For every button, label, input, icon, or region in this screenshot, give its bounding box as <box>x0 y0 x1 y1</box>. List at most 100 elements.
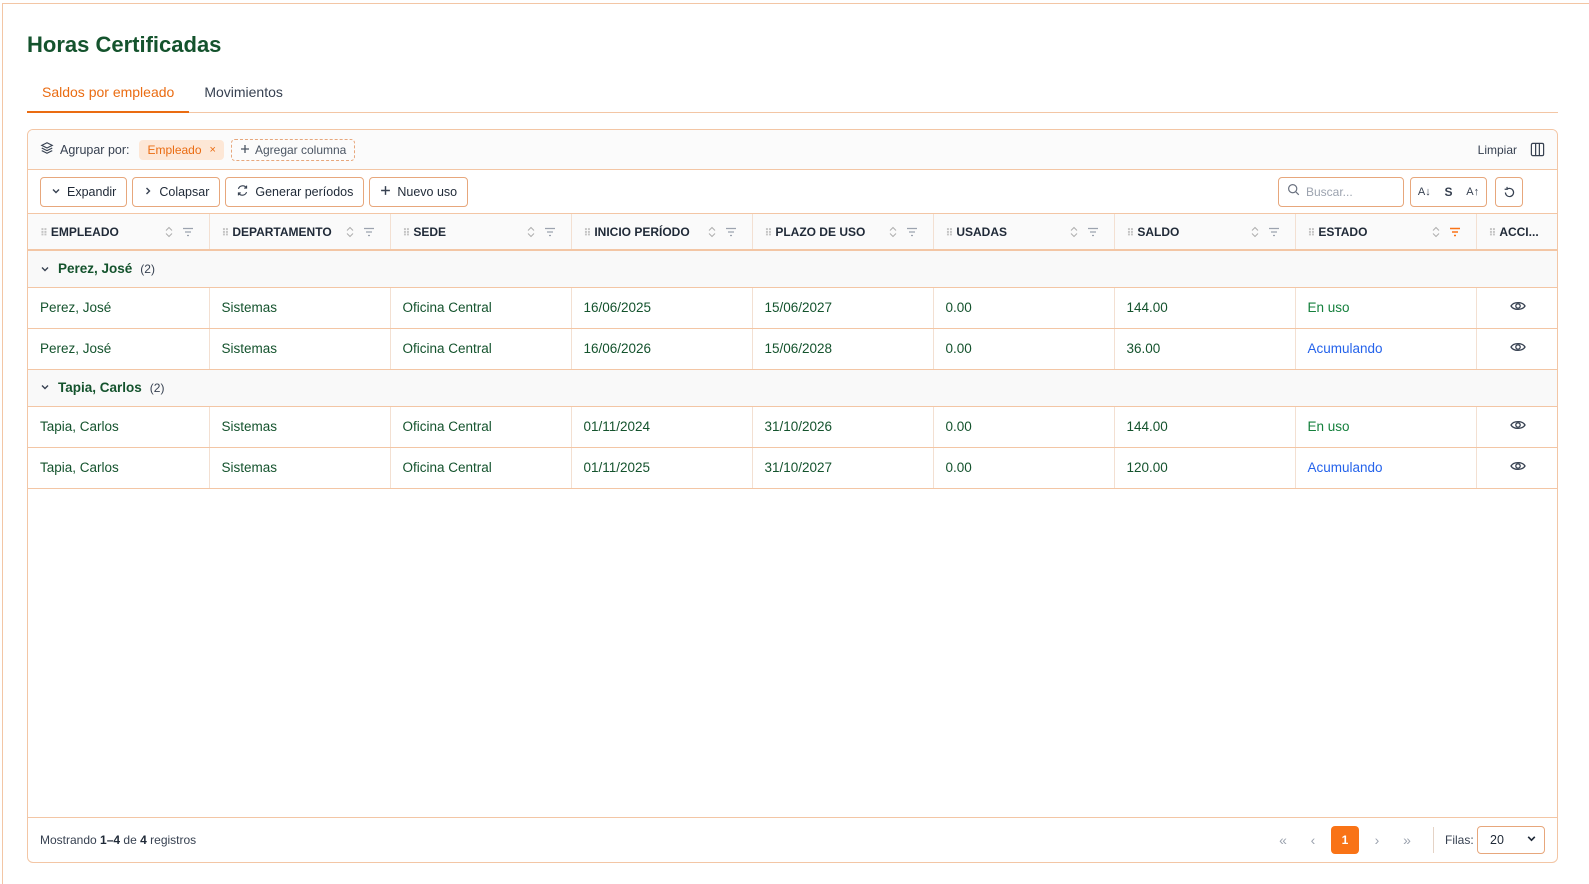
table-row[interactable]: Perez, José Sistemas Oficina Central 16/… <box>28 328 1557 370</box>
chevron-down-icon[interactable] <box>40 380 50 395</box>
generate-periods-button[interactable]: Generar períodos <box>225 176 365 207</box>
new-use-button[interactable]: Nuevo uso <box>369 176 469 207</box>
filter-icon[interactable] <box>1268 226 1280 240</box>
data-table: ⠿ EMPLEADO ⠿ DEPARTAMENTO ⠿ SEDE ⠿ INICIO PE… <box>28 214 1557 489</box>
column-header[interactable]: ⠿ PLAZO DE USO <box>752 214 934 251</box>
table-row[interactable]: Tapia, Carlos Sistemas Oficina Central 0… <box>28 447 1557 489</box>
column-header-label: PLAZO DE USO <box>775 224 866 239</box>
view-icon[interactable] <box>1476 447 1557 489</box>
status-badge: En uso <box>1295 406 1477 448</box>
font-increase-button[interactable]: A↑ <box>1466 186 1479 198</box>
drag-handle-icon[interactable]: ⠿ <box>765 228 773 239</box>
sort-icon[interactable] <box>708 226 716 241</box>
sort-icon[interactable] <box>1070 226 1078 241</box>
filter-icon[interactable] <box>182 226 194 240</box>
view-icon[interactable] <box>1476 328 1557 370</box>
current-page-button[interactable]: 1 <box>1331 826 1359 854</box>
chip-remove-icon[interactable]: × <box>210 144 216 156</box>
drag-handle-icon[interactable]: ⠿ <box>584 228 592 239</box>
divider <box>1433 827 1434 853</box>
drag-handle-icon[interactable]: ⠿ <box>222 228 230 239</box>
chevron-down-icon[interactable] <box>40 262 50 277</box>
cell-sede: Oficina Central <box>390 447 572 489</box>
first-page-icon[interactable]: « <box>1268 825 1298 855</box>
add-column-button[interactable]: Agregar columna <box>230 138 356 161</box>
sort-icon[interactable] <box>889 226 897 241</box>
cell-saldo: 120.00 <box>1114 447 1296 489</box>
column-header[interactable]: ⠿ USADAS <box>933 214 1115 251</box>
column-header-label: ESTADO <box>1318 224 1368 239</box>
cell-sede: Oficina Central <box>390 406 572 448</box>
cell-usadas: 0.00 <box>933 406 1115 448</box>
filter-icon[interactable] <box>725 226 737 240</box>
cell-inicio-periodo: 01/11/2025 <box>571 447 753 489</box>
sort-icon[interactable] <box>165 226 173 241</box>
columns-icon[interactable] <box>1530 142 1545 160</box>
sort-icon[interactable] <box>527 226 535 241</box>
column-header[interactable]: ⠿ SALDO <box>1114 214 1296 251</box>
sort-icon[interactable] <box>1251 226 1259 241</box>
column-header[interactable]: ⠿ ESTADO <box>1295 214 1477 251</box>
column-header[interactable]: ⠿ SEDE <box>390 214 572 251</box>
group-row[interactable]: Tapia, Carlos (2) <box>28 369 1557 407</box>
table-footer: Mostrando 1–4 de 4 registros « ‹ 1 › » F… <box>28 817 1557 862</box>
table-toolbar: Expandir Colapsar Generar períodos Nuevo… <box>28 170 1557 214</box>
group-chip-empleado[interactable]: Empleado × <box>139 139 224 160</box>
drag-handle-icon[interactable]: ⠿ <box>1489 228 1497 239</box>
search-icon <box>1287 183 1300 201</box>
drag-handle-icon[interactable]: ⠿ <box>1308 228 1316 239</box>
drag-handle-icon[interactable]: ⠿ <box>403 228 411 239</box>
cell-departamento: Sistemas <box>209 287 391 329</box>
font-decrease-button[interactable]: A↓ <box>1418 186 1431 198</box>
group-name: Tapia, Carlos <box>58 379 142 395</box>
column-header[interactable]: ⠿ DEPARTAMENTO <box>209 214 391 251</box>
filter-icon[interactable] <box>1087 226 1099 240</box>
cell-departamento: Sistemas <box>209 447 391 489</box>
cell-usadas: 0.00 <box>933 328 1115 370</box>
sort-icon[interactable] <box>346 226 354 241</box>
reset-icon[interactable] <box>1495 177 1523 207</box>
column-header[interactable]: ⠿ INICIO PERÍODO <box>571 214 753 251</box>
next-page-icon[interactable]: › <box>1362 825 1392 855</box>
last-page-icon[interactable]: » <box>1392 825 1422 855</box>
column-header-label: USADAS <box>956 224 1007 239</box>
column-header-label: INICIO PERÍODO <box>594 224 690 239</box>
collapse-button[interactable]: Colapsar <box>132 176 221 207</box>
table-row[interactable]: Perez, José Sistemas Oficina Central 16/… <box>28 287 1557 329</box>
filter-icon[interactable] <box>544 226 556 240</box>
search-input[interactable] <box>1306 185 1396 199</box>
cell-empleado: Tapia, Carlos <box>28 447 210 489</box>
group-row[interactable]: Perez, José (2) <box>28 250 1557 288</box>
record-summary: Mostrando 1–4 de 4 registros <box>40 833 196 847</box>
column-header[interactable]: ⠿ ACCI... <box>1476 214 1557 251</box>
layers-icon <box>40 141 54 158</box>
filter-active-icon[interactable] <box>1449 226 1461 240</box>
cell-empleado: Perez, José <box>28 328 210 370</box>
drag-handle-icon[interactable]: ⠿ <box>1127 228 1135 239</box>
font-size-indicator[interactable]: S <box>1444 185 1452 199</box>
filter-icon[interactable] <box>906 226 918 240</box>
cell-empleado: Tapia, Carlos <box>28 406 210 448</box>
view-icon[interactable] <box>1476 406 1557 448</box>
tab-saldos-por-empleado[interactable]: Saldos por empleado <box>27 78 190 113</box>
sort-icon[interactable] <box>1432 226 1440 241</box>
rows-per-page-value: 20 <box>1490 833 1504 847</box>
plus-icon <box>380 185 391 199</box>
prev-page-icon[interactable]: ‹ <box>1298 825 1328 855</box>
cell-inicio-periodo: 16/06/2026 <box>571 328 753 370</box>
drag-handle-icon[interactable]: ⠿ <box>40 228 48 239</box>
pagination: « ‹ 1 › » <box>1268 825 1422 855</box>
drag-handle-icon[interactable]: ⠿ <box>946 228 954 239</box>
filter-icon[interactable] <box>363 226 375 240</box>
clear-grouping-button[interactable]: Limpiar <box>1478 143 1517 157</box>
tab-movimientos[interactable]: Movimientos <box>189 78 298 113</box>
table-row[interactable]: Tapia, Carlos Sistemas Oficina Central 0… <box>28 406 1557 448</box>
expand-button[interactable]: Expandir <box>40 176 128 207</box>
group-name: Perez, José <box>58 260 133 276</box>
column-header[interactable]: ⠿ EMPLEADO <box>28 214 210 251</box>
rows-per-page-select[interactable]: 20 <box>1477 826 1545 854</box>
status-badge: En uso <box>1295 287 1477 329</box>
view-icon[interactable] <box>1476 287 1557 329</box>
tab-bar: Saldos por empleado Movimientos <box>27 78 1558 113</box>
record-range: 1–4 <box>100 833 121 847</box>
